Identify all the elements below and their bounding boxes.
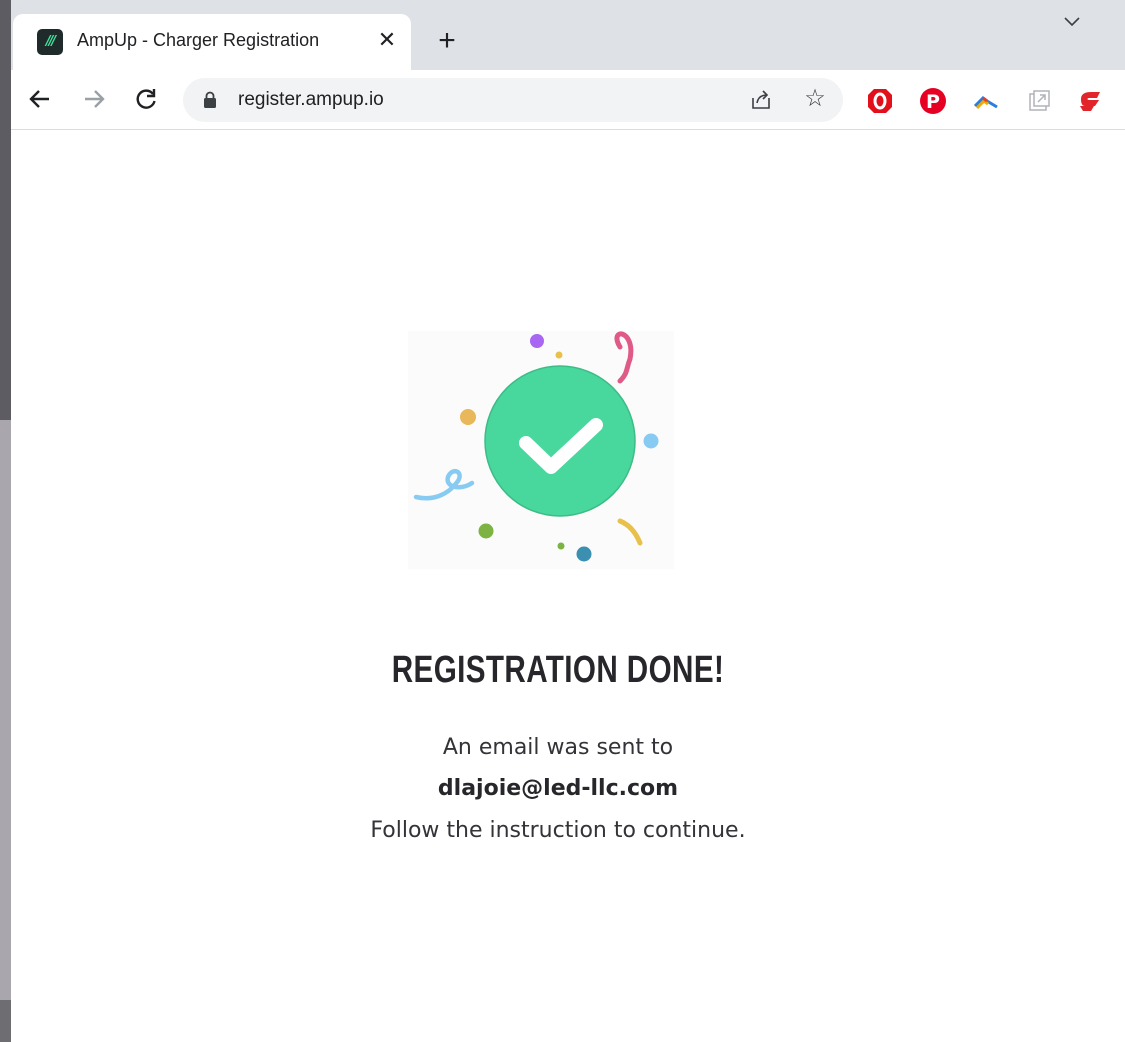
success-checkmark-illustration xyxy=(408,331,674,569)
email-sent-message: An email was sent to xyxy=(442,735,674,760)
browser-toolbar: register.ampup.io ☆ P xyxy=(11,70,1125,130)
url-text[interactable]: register.ampup.io xyxy=(238,89,384,111)
ampup-favicon-icon: /// xyxy=(37,29,63,55)
reload-icon xyxy=(136,89,156,109)
check-circle-icon xyxy=(484,365,636,517)
browser-window: /// AmpUp - Charger Registration ✕ + reg… xyxy=(11,0,1125,1042)
email-address: dlajoie@led-llc.com xyxy=(437,776,679,801)
new-tab-button[interactable]: + xyxy=(431,26,463,58)
reload-button[interactable] xyxy=(129,82,163,116)
instruction-message: Follow the instruction to continue. xyxy=(370,818,746,843)
address-bar[interactable]: register.ampup.io ☆ xyxy=(183,78,843,122)
confetti-dot-icon xyxy=(460,409,476,425)
tab-search-chevron-icon[interactable] xyxy=(1059,12,1085,38)
confetti-dot-icon xyxy=(555,351,563,359)
confetti-dot-icon xyxy=(576,546,592,562)
pinterest-icon[interactable]: P xyxy=(918,86,948,116)
desktop-background-strip xyxy=(0,0,11,1042)
rainbow-extension-icon[interactable] xyxy=(971,86,1001,116)
opera-adblock-icon[interactable] xyxy=(865,86,895,116)
bookmark-star-icon[interactable]: ☆ xyxy=(801,84,829,114)
confetti-dot-icon xyxy=(557,542,565,550)
page-content: REGISTRATION DONE! An email was sent to … xyxy=(11,131,1125,1042)
tab-strip: /// AmpUp - Charger Registration ✕ + xyxy=(11,0,1125,72)
arrow-right-icon xyxy=(85,90,105,108)
page-title: REGISTRATION DONE! xyxy=(391,649,725,691)
confetti-dot-icon xyxy=(643,433,659,449)
popout-icon[interactable] xyxy=(1024,86,1054,116)
active-tab[interactable]: /// AmpUp - Charger Registration ✕ xyxy=(13,14,411,72)
arrow-left-icon xyxy=(29,90,49,108)
red-extension-icon[interactable] xyxy=(1075,86,1105,116)
tab-title: AmpUp - Charger Registration xyxy=(77,30,320,50)
forward-button[interactable] xyxy=(77,82,111,116)
lock-icon xyxy=(204,91,216,108)
svg-text:P: P xyxy=(926,91,940,113)
confetti-dot-icon xyxy=(478,523,494,539)
share-icon[interactable] xyxy=(749,88,773,112)
back-button[interactable] xyxy=(23,82,57,116)
tab-close-button[interactable]: ✕ xyxy=(373,26,401,54)
confetti-dot-icon xyxy=(530,334,544,348)
